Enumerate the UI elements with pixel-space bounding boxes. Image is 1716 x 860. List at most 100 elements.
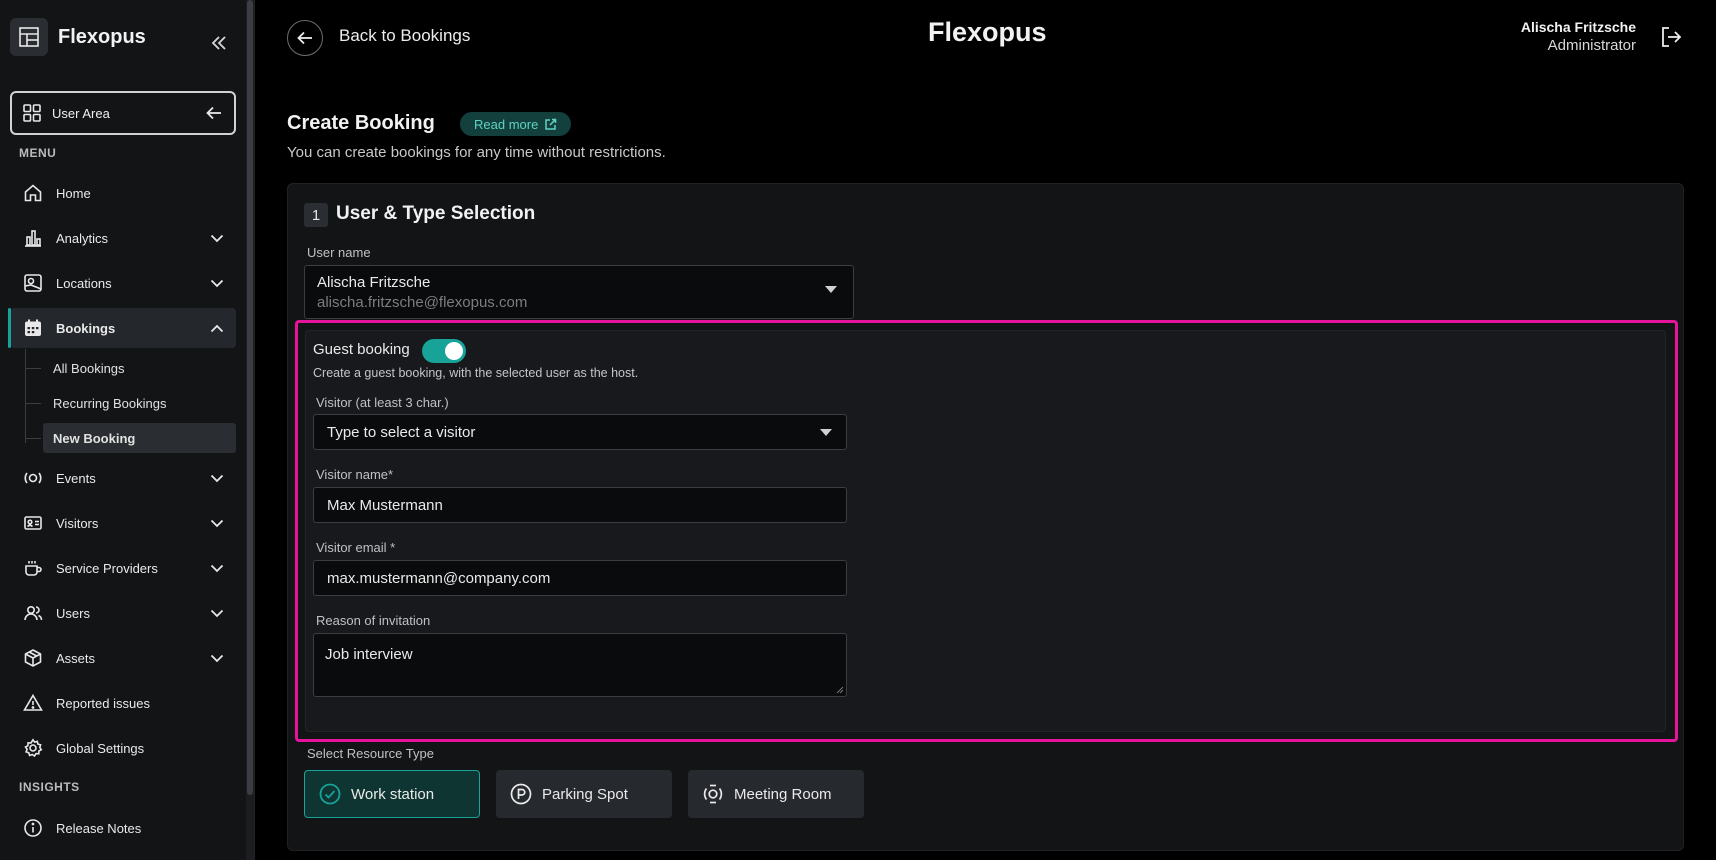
insights-section-label: INSIGHTS bbox=[19, 780, 80, 794]
visitor-name-field[interactable]: Max Mustermann bbox=[313, 487, 847, 523]
selected-user-email: alischa.fritzsche@flexopus.com bbox=[317, 294, 528, 311]
collapse-sidebar-icon[interactable] bbox=[208, 32, 230, 54]
guest-booking-help: Create a guest booking, with the selecte… bbox=[313, 366, 639, 380]
sidebar-item-label: Visitors bbox=[56, 515, 99, 531]
section-title: User & Type Selection bbox=[336, 203, 536, 224]
chevron-down-icon bbox=[210, 519, 224, 528]
home-icon bbox=[22, 182, 44, 204]
sidebar-item-label: Global Settings bbox=[56, 740, 145, 756]
events-icon bbox=[22, 467, 44, 489]
sidebar-item-visitors[interactable]: Visitors bbox=[10, 503, 236, 543]
reason-value: Job interview bbox=[325, 646, 413, 663]
sidebar-item-label: Reported issues bbox=[56, 695, 150, 711]
sidebar-item-label: Release Notes bbox=[56, 820, 142, 836]
chevron-down-icon bbox=[210, 609, 224, 618]
tree-tick bbox=[25, 438, 41, 439]
sidebar-item-release-notes[interactable]: Release Notes bbox=[10, 808, 236, 848]
check-circle-icon bbox=[318, 782, 342, 806]
resource-meeting-room-button[interactable]: Meeting Room bbox=[688, 770, 864, 818]
sidebar-item-label: Home bbox=[56, 185, 91, 201]
sidebar-subitem-recurring-bookings[interactable]: Recurring Bookings bbox=[43, 388, 236, 418]
warning-icon bbox=[22, 692, 44, 714]
caret-down-icon bbox=[820, 429, 832, 436]
external-link-icon bbox=[545, 118, 557, 130]
sidebar-item-label: Service Providers bbox=[56, 560, 158, 576]
chevron-down-icon bbox=[210, 474, 224, 483]
sidebar-item-events[interactable]: Events bbox=[10, 458, 236, 498]
sidebar-subitem-all-bookings[interactable]: All Bookings bbox=[43, 353, 236, 383]
resource-option-label: Work station bbox=[351, 785, 435, 803]
arrow-left-icon bbox=[297, 31, 313, 45]
resource-work-station-button[interactable]: Work station bbox=[304, 770, 480, 818]
sidebar-subitem-new-booking[interactable]: New Booking bbox=[43, 423, 236, 453]
users-icon bbox=[22, 602, 44, 624]
sidebar-item-label: Locations bbox=[56, 275, 112, 291]
visitor-email-field[interactable]: max.mustermann@company.com bbox=[313, 560, 847, 596]
logout-icon[interactable] bbox=[1659, 25, 1683, 49]
flexopus-logo-icon bbox=[10, 18, 48, 56]
chevron-down-icon bbox=[210, 654, 224, 663]
back-button[interactable] bbox=[287, 20, 323, 56]
sidebar-item-locations[interactable]: Locations bbox=[10, 263, 236, 303]
visitor-email-label: Visitor email * bbox=[316, 540, 396, 555]
coffee-icon bbox=[22, 557, 44, 579]
sidebar-item-label: Events bbox=[56, 470, 96, 486]
toggle-knob bbox=[445, 342, 463, 360]
calendar-icon bbox=[22, 317, 44, 339]
caret-down-icon bbox=[825, 286, 837, 293]
sidebar-scrollbar[interactable] bbox=[246, 0, 254, 860]
resource-parking-spot-button[interactable]: Parking Spot bbox=[496, 770, 672, 818]
page-subtitle: You can create bookings for any time wit… bbox=[287, 144, 666, 161]
divider bbox=[254, 0, 255, 860]
visitor-name-label: Visitor name* bbox=[316, 467, 394, 482]
sidebar-item-home[interactable]: Home bbox=[10, 173, 236, 213]
id-card-icon bbox=[22, 512, 44, 534]
sidebar-item-label: Analytics bbox=[56, 230, 109, 246]
user-info: Alischa Fritzsche Administrator bbox=[1521, 19, 1636, 54]
tree-tick bbox=[25, 403, 41, 404]
user-name-label: User name bbox=[307, 245, 371, 260]
parking-icon bbox=[509, 782, 533, 806]
map-pin-icon bbox=[22, 272, 44, 294]
sidebar-item-users[interactable]: Users bbox=[10, 593, 236, 633]
sidebar-item-global-settings[interactable]: Global Settings bbox=[10, 728, 236, 768]
read-more-link[interactable]: Read more bbox=[460, 112, 572, 136]
chevron-down-icon bbox=[210, 564, 224, 573]
sidebar-item-reported-issues[interactable]: Reported issues bbox=[10, 683, 236, 723]
sidebar-item-bookings[interactable]: Bookings bbox=[8, 308, 236, 348]
user-name: Alischa Fritzsche bbox=[1520, 19, 1636, 35]
reason-label: Reason of invitation bbox=[316, 613, 431, 628]
back-link[interactable]: Back to Bookings bbox=[339, 26, 470, 46]
brand[interactable]: Flexopus bbox=[10, 18, 146, 56]
sidebar: Flexopus User Area MENU Home Analytics L… bbox=[0, 0, 246, 860]
user-select[interactable]: Alischa Fritzsche alischa.fritzsche@flex… bbox=[304, 265, 854, 319]
meeting-room-icon bbox=[701, 782, 725, 806]
user-area-button[interactable]: User Area bbox=[10, 91, 236, 135]
guest-booking-label: Guest booking bbox=[313, 341, 410, 358]
guest-booking-toggle[interactable] bbox=[422, 339, 466, 363]
brand-name: Flexopus bbox=[58, 25, 146, 48]
resize-grip-icon[interactable] bbox=[836, 686, 844, 694]
sidebar-item-service-providers[interactable]: Service Providers bbox=[10, 548, 236, 588]
selected-user-name: Alischa Fritzsche bbox=[317, 274, 431, 291]
resource-type-label: Select Resource Type bbox=[307, 746, 434, 761]
sidebar-item-analytics[interactable]: Analytics bbox=[10, 218, 236, 258]
scrollbar-thumb[interactable] bbox=[247, 0, 253, 795]
grid-icon bbox=[22, 103, 42, 123]
visitor-label: Visitor (at least 3 char.) bbox=[316, 395, 449, 410]
sidebar-item-label: Assets bbox=[56, 650, 96, 666]
gear-icon bbox=[22, 737, 44, 759]
tree-tick bbox=[25, 368, 41, 369]
step-number: 1 bbox=[304, 203, 328, 227]
resource-option-label: Meeting Room bbox=[734, 785, 832, 803]
chart-icon bbox=[22, 227, 44, 249]
chevron-down-icon bbox=[210, 279, 224, 288]
visitor-select[interactable]: Type to select a visitor bbox=[313, 414, 847, 450]
sidebar-item-assets[interactable]: Assets bbox=[10, 638, 236, 678]
read-more-label: Read more bbox=[474, 116, 539, 132]
menu-section-label: MENU bbox=[19, 146, 57, 160]
chevron-up-icon bbox=[210, 324, 224, 333]
info-icon bbox=[22, 817, 44, 839]
visitor-placeholder: Type to select a visitor bbox=[327, 423, 476, 441]
reason-textarea[interactable]: Job interview bbox=[313, 633, 847, 697]
